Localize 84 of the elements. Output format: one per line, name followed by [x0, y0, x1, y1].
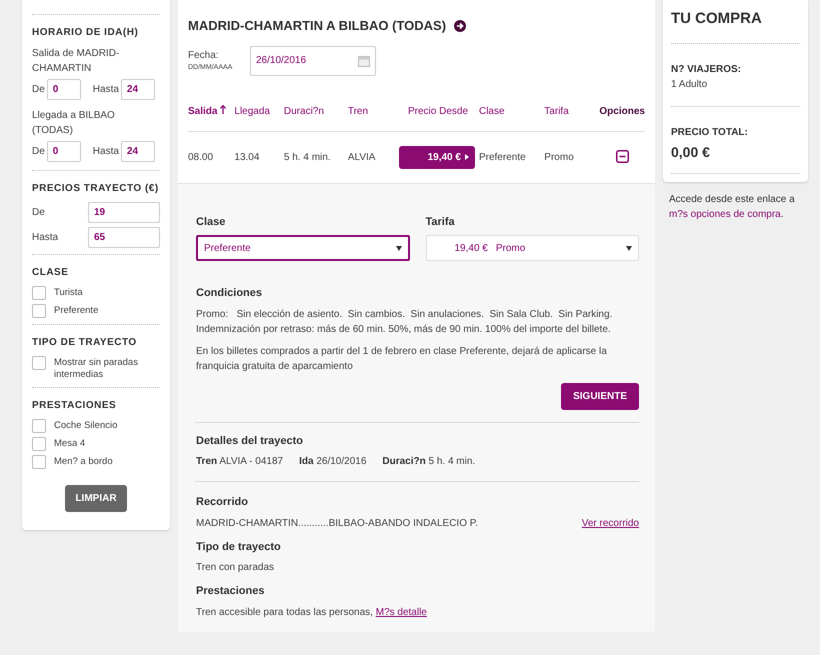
field-label: Hasta [92, 83, 119, 97]
caret-icon [626, 246, 632, 250]
section-title: Condiciones [196, 286, 264, 301]
field-label: Hasta [92, 145, 119, 159]
route-text: MADRID-CHAMARTIN...........BILBAO-ABANDO INDALECIO P. [196, 516, 478, 530]
date-field[interactable]: 26/10/2016 [250, 46, 376, 76]
checkbox[interactable] [32, 455, 46, 469]
price-button[interactable]: 19,40 € [398, 146, 475, 168]
checkbox-label: Men? a bordo [54, 455, 113, 468]
input-field[interactable]: 24 [120, 141, 155, 162]
column-header[interactable]: Salida [188, 92, 234, 131]
date-label: Fecha: [188, 48, 220, 63]
table-cell: 5 h. 4 min. [284, 131, 348, 182]
checkbox-label: Mostrar sin paradas intermedias [54, 356, 139, 381]
sort-arrow-icon [220, 104, 226, 114]
checkbox[interactable] [32, 419, 46, 433]
trip-detail: Duraci?n 5 h. 4 min. [382, 455, 476, 469]
trip-detail: Ida 26/10/2016 [299, 455, 366, 469]
purchase-options-link[interactable]: m?s opciones de compra [669, 208, 781, 220]
field-label: De [32, 83, 45, 97]
route-link[interactable]: Ver recorrido [582, 516, 639, 530]
field-label: De [32, 206, 46, 220]
checkbox[interactable] [32, 437, 46, 451]
section-title: PRESTACIONES [32, 399, 118, 413]
section-title: HORARIO DE IDA(H) [32, 26, 140, 40]
traveller-value: 1 Adulto [671, 78, 708, 92]
table-cell: Preferente [478, 131, 544, 182]
checkbox[interactable] [32, 286, 46, 300]
field-label: Clase [196, 214, 226, 230]
checkbox[interactable] [32, 356, 46, 370]
section-title: TIPO DE TRAYECTO [32, 336, 138, 350]
input-field[interactable]: 65 [88, 227, 160, 248]
amenities-text: Tren accesible para todas las personas, [196, 606, 374, 618]
section-title: Detalles del trayecto [196, 434, 304, 448]
table-cell: Promo [544, 131, 600, 182]
dropdown[interactable]: Preferente [196, 235, 410, 261]
input-field[interactable]: 24 [120, 79, 155, 100]
trip-type-text: Tren con paradas [196, 561, 276, 575]
field-label: Tarifa [426, 214, 456, 230]
total-value: 0,00 € [671, 142, 711, 162]
traveller-label: N? VIAJEROS: [671, 62, 742, 76]
checkbox-label: Coche Silencio [54, 419, 118, 432]
filter-label: Salida de MADRID-CHAMARTIN [32, 47, 120, 76]
filter-label: Llegada a BILBAO (TODAS) [32, 109, 116, 138]
clear-button[interactable]: LIMPIAR [65, 485, 127, 512]
field-label: Hasta [32, 231, 60, 245]
caret-icon [464, 154, 469, 160]
input-field[interactable]: 0 [46, 79, 81, 100]
trip-detail: Tren ALVIA - 04187 [196, 455, 284, 469]
caret-icon [396, 246, 402, 250]
next-button[interactable]: SIGUIENTE [561, 382, 639, 410]
section-title: Tipo de trayecto [196, 540, 282, 554]
arrow-circle-icon[interactable] [454, 20, 466, 32]
route-title: MADRID-CHAMARTIN A BILBAO (TODAS) [188, 17, 446, 35]
input-field[interactable]: 19 [88, 202, 160, 223]
condition-text: Promo: Sin elección de asiento. Sin cambios. Sin anulaciones. Sin Sala Club. Sin Parking. Indemnización por retraso: más de 60 min. 50%, más de 90 min. 100% del importe del billete. [196, 308, 614, 337]
column-header[interactable]: Precio Desde [397, 92, 479, 131]
table-cell: 08.00 [188, 131, 234, 182]
column-header[interactable]: Llegada [234, 92, 284, 131]
table-cell: ALVIA [348, 131, 398, 182]
column-header[interactable]: Tren [348, 92, 398, 131]
section-title: Prestaciones [196, 584, 266, 599]
column-header[interactable]: Opciones [599, 92, 645, 131]
condition-text: En los billetes comprados a partir del 1 de febrero en clase Preferente, dejará de aplicarse la franquicia gratuita de aparcamiento [196, 344, 608, 374]
table-cell: 13.04 [234, 131, 284, 182]
collapse-icon[interactable] [616, 150, 629, 164]
note-text: Accede desde este enlace a m?s opciones de compra. [669, 192, 796, 222]
column-header[interactable]: Duraci?n [284, 92, 348, 131]
checkbox-label: Preferente [54, 304, 98, 317]
total-label: PRECIO TOTAL: [671, 126, 749, 140]
checkbox[interactable] [32, 304, 46, 318]
input-field[interactable]: 0 [46, 141, 81, 162]
column-header[interactable]: Clase [478, 92, 544, 131]
checkbox-label: Mesa 4 [54, 437, 86, 450]
details-link[interactable]: M?s detalle [376, 606, 427, 618]
dropdown[interactable]: 19,40 € Promo [426, 235, 639, 261]
section-title: Recorrido [196, 495, 249, 510]
field-label: De [32, 145, 45, 159]
checkbox-label: Turista [54, 286, 83, 299]
column-header[interactable]: Tarifa [544, 92, 600, 131]
section-title: CLASE [32, 266, 70, 280]
calendar-icon[interactable] [358, 54, 370, 66]
panel-title: TU COMPRA [671, 9, 763, 29]
section-title: PRECIOS TRAYECTO (€) [32, 182, 160, 196]
